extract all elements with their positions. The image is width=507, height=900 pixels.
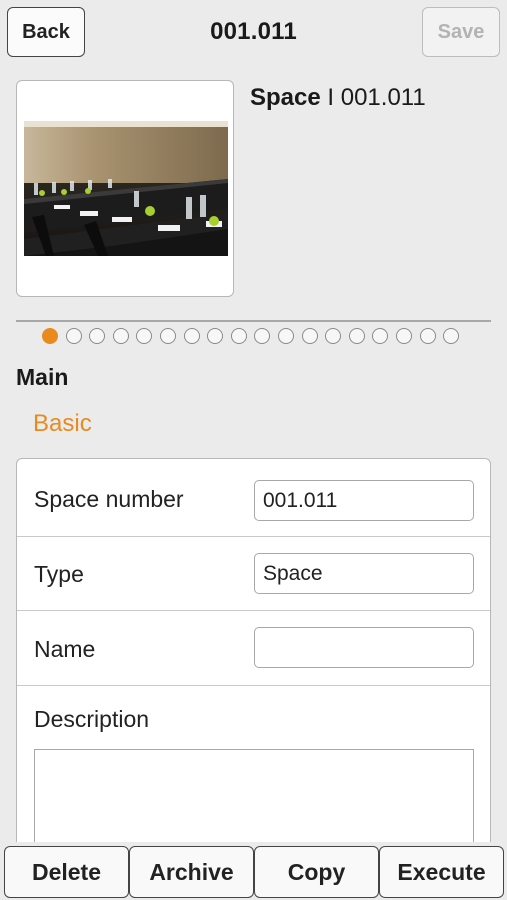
divider (16, 320, 491, 322)
tab-basic[interactable]: Basic (33, 410, 92, 438)
conference-room-photo (24, 121, 228, 256)
page-dot-active[interactable] (42, 328, 58, 344)
space-number-field[interactable]: 001.011 (254, 480, 474, 521)
page-dot[interactable] (301, 328, 318, 344)
type-field[interactable]: Space (254, 553, 474, 594)
description-label: Description (34, 706, 150, 732)
page-dot[interactable] (372, 328, 389, 344)
page-dot[interactable] (89, 328, 106, 344)
conference-room-image (24, 121, 228, 256)
space-number-label: Space number (34, 486, 184, 512)
header-bar: Back 001.011 Save (0, 0, 507, 66)
page-title: 001.011 (210, 18, 297, 45)
record-separator: I (327, 84, 335, 111)
copy-button[interactable]: Copy (254, 846, 379, 898)
page-dot[interactable] (443, 328, 460, 344)
page-dot[interactable] (395, 328, 412, 344)
page-dot[interactable] (277, 328, 294, 344)
bottom-toolbar: Delete Archive Copy Execute (0, 842, 507, 900)
screen: Back 001.011 Save Space I 001.011 Main B… (0, 0, 507, 900)
page-indicator[interactable] (42, 328, 460, 345)
page-dot[interactable] (112, 328, 129, 344)
type-label: Type (34, 561, 84, 587)
delete-button[interactable]: Delete (4, 846, 129, 898)
save-button[interactable]: Save (422, 7, 500, 57)
page-dot[interactable] (419, 328, 436, 344)
page-dot[interactable] (325, 328, 342, 344)
page-dot[interactable] (183, 328, 200, 344)
archive-button[interactable]: Archive (129, 846, 254, 898)
back-button[interactable]: Back (7, 7, 85, 57)
type-row: Type Space (17, 537, 490, 611)
page-dot[interactable] (65, 328, 82, 344)
page-dot[interactable] (348, 328, 365, 344)
name-label: Name (34, 636, 96, 662)
name-row: Name (17, 611, 490, 686)
space-number-row: Space number 001.011 (17, 459, 490, 537)
photo-card[interactable] (16, 80, 234, 297)
section-title: Main (16, 364, 69, 390)
page-dot[interactable] (159, 328, 176, 344)
page-dot[interactable] (230, 328, 247, 344)
record-heading: Space I 001.011 (250, 84, 426, 112)
detail-form: Space number 001.011 Type Space Name Des… (16, 458, 491, 900)
page-dot[interactable] (207, 328, 224, 344)
page-dot[interactable] (136, 328, 153, 344)
record-kind: Space (250, 84, 321, 111)
name-field[interactable] (254, 627, 474, 668)
record-number: 001.011 (340, 84, 426, 111)
execute-button[interactable]: Execute (379, 846, 504, 898)
page-dot[interactable] (254, 328, 271, 344)
